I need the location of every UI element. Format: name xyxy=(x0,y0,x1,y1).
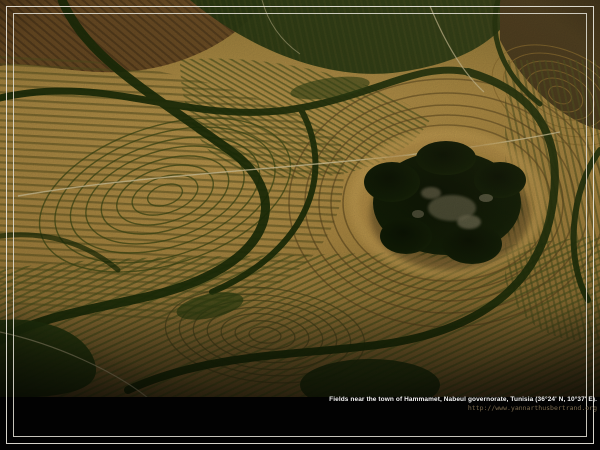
aerial-photo xyxy=(0,0,600,398)
caption-credit-url: http://www.yannarthusbertrand.org xyxy=(329,404,597,412)
caption-title: Fields near the town of Hammamet, Nabeul… xyxy=(329,396,597,404)
wallpaper-canvas: Fields near the town of Hammamet, Nabeul… xyxy=(0,0,600,450)
photo-caption: Fields near the town of Hammamet, Nabeul… xyxy=(329,396,597,412)
